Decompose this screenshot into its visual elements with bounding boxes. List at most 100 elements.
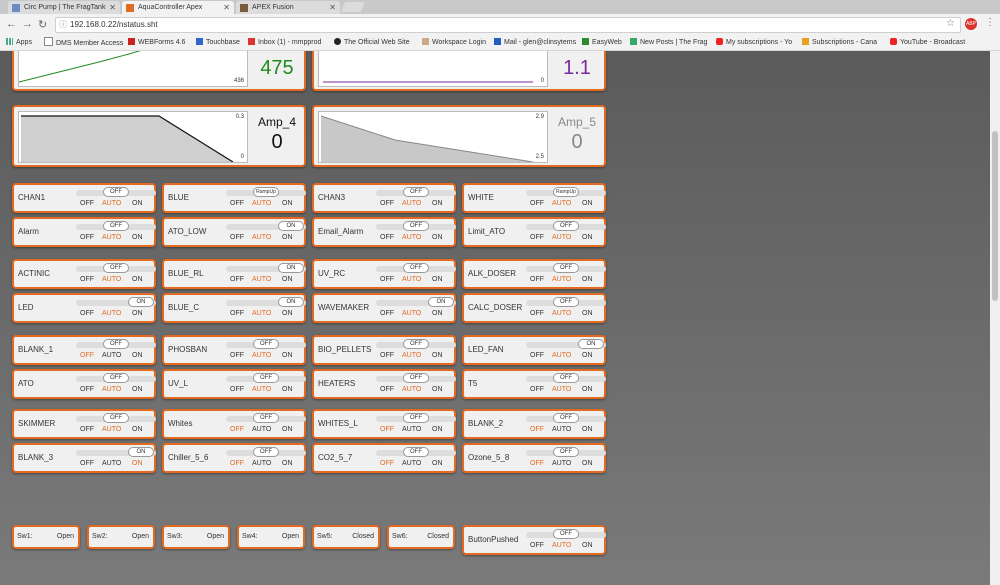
bookmark-touchbase[interactable]: Touchbase — [196, 37, 240, 49]
output-state-knob[interactable]: OFF — [103, 187, 129, 197]
output-state-knob[interactable]: OFF — [553, 297, 579, 307]
mode-auto[interactable]: AUTO — [552, 542, 571, 549]
output-state-knob[interactable]: OFF — [553, 221, 579, 231]
output-state-knob[interactable]: OFF — [403, 221, 429, 231]
bookmark-mail[interactable]: Mail - glen@clinsytems — [494, 37, 580, 49]
mode-on[interactable]: ON — [582, 542, 593, 549]
back-icon[interactable]: ← — [6, 18, 17, 30]
output-state-knob[interactable]: OFF — [103, 339, 129, 349]
output-slider[interactable]: ON — [76, 447, 156, 457]
mode-on[interactable]: ON — [432, 352, 443, 359]
output-state-knob[interactable]: OFF — [403, 263, 429, 273]
output-chan3[interactable]: CHAN3 OFF OFF AUTO ON — [312, 183, 456, 213]
mode-on[interactable]: ON — [432, 200, 443, 207]
mode-on[interactable]: ON — [432, 386, 443, 393]
mode-on[interactable]: ON — [282, 352, 293, 359]
output-state-knob[interactable]: OFF — [553, 413, 579, 423]
output-state-knob[interactable]: OFF — [103, 263, 129, 273]
mode-on[interactable]: ON — [282, 234, 293, 241]
output-limit_ato[interactable]: Limit_ATO OFF OFF AUTO ON — [462, 217, 606, 247]
mode-off[interactable]: OFF — [530, 426, 544, 433]
output-state-knob[interactable]: OFF — [553, 373, 579, 383]
mode-auto[interactable]: AUTO — [252, 352, 271, 359]
output-state-knob[interactable]: OFF — [553, 263, 579, 273]
mode-auto[interactable]: AUTO — [102, 200, 121, 207]
mode-on[interactable]: ON — [582, 426, 593, 433]
page-scrollbar[interactable] — [990, 51, 1000, 585]
mode-on[interactable]: ON — [282, 386, 293, 393]
mode-on[interactable]: ON — [132, 200, 143, 207]
mode-off[interactable]: OFF — [380, 200, 394, 207]
mode-off[interactable]: OFF — [80, 426, 94, 433]
extension-icon[interactable]: ABP — [965, 18, 977, 30]
output-state-knob[interactable]: OFF — [403, 413, 429, 423]
mode-auto[interactable]: AUTO — [252, 234, 271, 241]
mode-auto[interactable]: AUTO — [102, 310, 121, 317]
output-state-knob[interactable]: OFF — [403, 447, 429, 457]
output-uv_l[interactable]: UV_L OFF OFF AUTO ON — [162, 369, 306, 399]
output-chiller_5_6[interactable]: Chiller_5_6 OFF OFF AUTO ON — [162, 443, 306, 473]
mode-off[interactable]: OFF — [380, 386, 394, 393]
output-ozone_5_8[interactable]: Ozone_5_8 OFF OFF AUTO ON — [462, 443, 606, 473]
mode-auto[interactable]: AUTO — [402, 234, 421, 241]
new-tab-button[interactable] — [341, 2, 365, 12]
probe-card-amp4[interactable]: 0.3 0 Amp_4 0 — [12, 105, 306, 167]
forward-icon[interactable]: → — [22, 18, 33, 30]
output-white[interactable]: WHITE RampUp OFF AUTO ON — [462, 183, 606, 213]
close-icon[interactable]: ✕ — [109, 1, 116, 14]
mode-auto[interactable]: AUTO — [552, 234, 571, 241]
mode-auto[interactable]: AUTO — [402, 460, 421, 467]
output-buttonpushed[interactable]: ButtonPushed OFF OFF AUTO ON — [462, 525, 606, 555]
close-icon[interactable]: ✕ — [329, 1, 336, 14]
output-whites_l[interactable]: WHITES_L OFF OFF AUTO ON — [312, 409, 456, 439]
mode-off[interactable]: OFF — [80, 386, 94, 393]
output-t5[interactable]: T5 OFF OFF AUTO ON — [462, 369, 606, 399]
output-wavemaker[interactable]: WAVEMAKER ON OFF AUTO ON — [312, 293, 456, 323]
mode-off[interactable]: OFF — [380, 234, 394, 241]
mode-on[interactable]: ON — [432, 234, 443, 241]
output-slider[interactable]: ON — [226, 221, 306, 231]
mode-off[interactable]: OFF — [80, 234, 94, 241]
mode-off[interactable]: OFF — [530, 386, 544, 393]
output-state-knob[interactable]: OFF — [253, 413, 279, 423]
bookmark-dms[interactable]: DMS Member Access — [44, 37, 123, 49]
output-slider[interactable]: ON — [226, 297, 306, 307]
mode-off[interactable]: OFF — [530, 460, 544, 467]
output-co2_5_7[interactable]: CO2_5_7 OFF OFF AUTO ON — [312, 443, 456, 473]
mode-off[interactable]: OFF — [380, 276, 394, 283]
mode-off[interactable]: OFF — [530, 542, 544, 549]
mode-auto[interactable]: AUTO — [252, 276, 271, 283]
bookmark-workspace[interactable]: Workspace Login — [422, 37, 486, 49]
output-state-knob[interactable]: ON — [278, 221, 304, 231]
mode-auto[interactable]: AUTO — [552, 352, 571, 359]
output-state-knob[interactable]: OFF — [103, 373, 129, 383]
output-state-knob[interactable]: ON — [278, 263, 304, 273]
bookmark-star-icon[interactable]: ☆ — [946, 18, 955, 29]
mode-auto[interactable]: AUTO — [402, 200, 421, 207]
tab-aquacontroller[interactable]: AquaController Apex ✕ — [122, 1, 234, 14]
bookmark-inbox[interactable]: Inbox (1) - mmpprod — [248, 37, 321, 49]
mode-auto[interactable]: AUTO — [552, 426, 571, 433]
mode-on[interactable]: ON — [432, 426, 443, 433]
mode-on[interactable]: ON — [582, 200, 593, 207]
mode-on[interactable]: ON — [132, 426, 143, 433]
output-led[interactable]: LED ON OFF AUTO ON — [12, 293, 156, 323]
probe-card-amp5[interactable]: 2.9 2.5 Amp_5 0 — [312, 105, 606, 167]
mode-off[interactable]: OFF — [530, 352, 544, 359]
output-phosban[interactable]: PHOSBAN OFF OFF AUTO ON — [162, 335, 306, 365]
mode-on[interactable]: ON — [282, 460, 293, 467]
mode-on[interactable]: ON — [132, 310, 143, 317]
output-slider[interactable]: OFF — [376, 187, 456, 197]
mode-on[interactable]: ON — [582, 460, 593, 467]
output-uv_rc[interactable]: UV_RC OFF OFF AUTO ON — [312, 259, 456, 289]
mode-on[interactable]: ON — [582, 234, 593, 241]
mode-on[interactable]: ON — [582, 352, 593, 359]
output-skimmer[interactable]: SKIMMER OFF OFF AUTO ON — [12, 409, 156, 439]
mode-auto[interactable]: AUTO — [402, 276, 421, 283]
output-blank_2[interactable]: BLANK_2 OFF OFF AUTO ON — [462, 409, 606, 439]
output-slider[interactable]: OFF — [526, 221, 606, 231]
mode-on[interactable]: ON — [132, 386, 143, 393]
bookmark-youtube[interactable]: YouTube - Broadcast — [890, 37, 980, 49]
mode-off[interactable]: OFF — [230, 234, 244, 241]
mode-off[interactable]: OFF — [80, 352, 94, 359]
